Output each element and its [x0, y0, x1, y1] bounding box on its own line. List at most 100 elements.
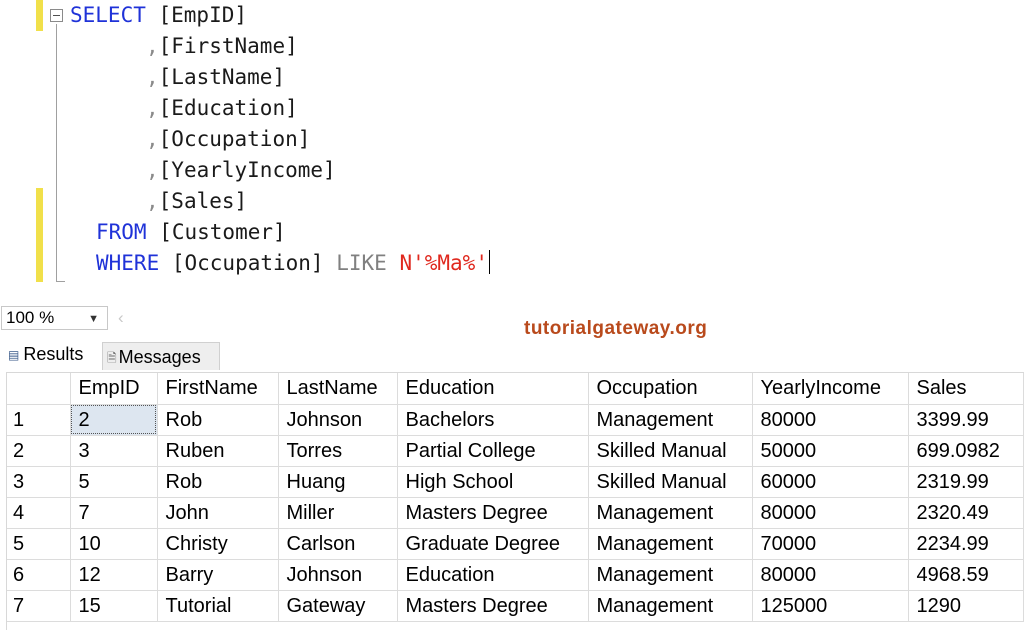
table-cell[interactable]: Rob: [157, 404, 279, 436]
table-cell[interactable]: Johnson: [278, 404, 398, 436]
grid-icon: ▤: [8, 348, 20, 362]
table-cell[interactable]: High School: [397, 466, 589, 498]
tab-results-label: Results: [23, 344, 84, 364]
table-cell[interactable]: 7: [70, 497, 158, 529]
code-token: WHERE: [96, 251, 160, 275]
row-number-cell[interactable]: 6: [7, 559, 71, 591]
table-cell[interactable]: 2: [70, 404, 158, 436]
table-cell[interactable]: Huang: [278, 466, 398, 498]
code-token: ,: [146, 158, 159, 182]
text-cursor: [488, 250, 490, 274]
row-number-cell[interactable]: 1: [7, 404, 71, 436]
table-cell[interactable]: Miller: [278, 497, 398, 529]
table-cell[interactable]: Bachelors: [397, 404, 589, 436]
table-cell[interactable]: 80000: [752, 497, 909, 529]
table-cell[interactable]: 3: [70, 435, 158, 467]
column-header[interactable]: EmpID: [70, 373, 158, 405]
table-cell[interactable]: 60000: [752, 466, 909, 498]
sql-query-editor[interactable]: SELECT [EmpID] ,[FirstName] ,[LastName] ,[E…: [0, 0, 1024, 306]
code-line: ,[Education]: [146, 94, 298, 122]
tab-messages-label: Messages: [118, 347, 201, 367]
table-cell[interactable]: Masters Degree: [397, 590, 589, 622]
code-token: ,: [146, 34, 159, 58]
table-cell[interactable]: 70000: [752, 528, 909, 560]
row-number-cell[interactable]: 5: [7, 528, 71, 560]
scroll-left-icon[interactable]: ‹: [118, 306, 124, 330]
fold-guide-end: [56, 281, 65, 282]
table-cell[interactable]: 125000: [752, 590, 909, 622]
table-cell[interactable]: 80000: [752, 559, 909, 591]
row-number-header[interactable]: [7, 373, 71, 405]
table-cell[interactable]: Management: [588, 528, 753, 560]
code-token: FROM: [96, 220, 147, 244]
table-row[interactable]: 5 10 Christy Carlson Graduate Degree Manageme…: [7, 528, 1024, 560]
tab-messages[interactable]: 🗎 Messages: [102, 342, 220, 370]
row-number-cell[interactable]: 3: [7, 466, 71, 498]
table-row[interactable]: 3 5 Rob Huang High School Skilled Manual 60000…: [7, 466, 1024, 498]
code-token: [Customer]: [146, 220, 286, 244]
table-cell[interactable]: 4968.59: [908, 559, 1024, 591]
table-cell[interactable]: Tutorial: [157, 590, 279, 622]
row-number-cell[interactable]: 4: [7, 497, 71, 529]
table-cell[interactable]: Christy: [157, 528, 279, 560]
table-cell[interactable]: 12: [70, 559, 158, 591]
results-table: EmpID FirstName LastName Education Occupatio…: [7, 373, 1024, 622]
table-cell[interactable]: Education: [397, 559, 589, 591]
tab-results[interactable]: ▤ Results: [2, 340, 102, 370]
code-line: ,[FirstName]: [146, 32, 298, 60]
table-header-row: EmpID FirstName LastName Education Occupatio…: [7, 373, 1024, 405]
chevron-down-icon: ▼: [88, 313, 99, 325]
table-cell[interactable]: Skilled Manual: [588, 466, 753, 498]
column-header[interactable]: Occupation: [588, 373, 753, 405]
column-header[interactable]: FirstName: [157, 373, 279, 405]
table-cell[interactable]: 1290: [908, 590, 1024, 622]
table-cell[interactable]: Management: [588, 404, 753, 436]
code-token: ,: [146, 127, 159, 151]
column-header[interactable]: LastName: [278, 373, 398, 405]
table-row[interactable]: 2 3 Ruben Torres Partial College Skilled Manu…: [7, 435, 1024, 467]
table-cell[interactable]: 15: [70, 590, 158, 622]
code-line: WHERE [Occupation] LIKE N'%Ma%': [96, 249, 490, 277]
site-watermark: tutorialgateway.org: [524, 318, 708, 339]
code-token: ,: [146, 96, 159, 120]
column-header[interactable]: YearlyIncome: [752, 373, 909, 405]
table-cell[interactable]: 2320.49: [908, 497, 1024, 529]
table-cell[interactable]: Ruben: [157, 435, 279, 467]
table-cell[interactable]: Graduate Degree: [397, 528, 589, 560]
table-cell[interactable]: 50000: [752, 435, 909, 467]
table-cell[interactable]: 80000: [752, 404, 909, 436]
table-cell[interactable]: Barry: [157, 559, 279, 591]
code-token: [Education]: [158, 96, 298, 120]
table-cell[interactable]: Torres: [278, 435, 398, 467]
table-cell[interactable]: Carlson: [278, 528, 398, 560]
table-cell[interactable]: 10: [70, 528, 158, 560]
table-row[interactable]: 7 15 Tutorial Gateway Masters Degree Manageme…: [7, 590, 1024, 622]
row-number-cell[interactable]: 7: [7, 590, 71, 622]
table-cell[interactable]: Skilled Manual: [588, 435, 753, 467]
table-cell[interactable]: 699.0982: [908, 435, 1024, 467]
table-cell[interactable]: John: [157, 497, 279, 529]
table-cell[interactable]: 3399.99: [908, 404, 1024, 436]
table-cell[interactable]: Rob: [157, 466, 279, 498]
collapse-region-icon[interactable]: [50, 9, 63, 22]
table-row[interactable]: 6 12 Barry Johnson Education Management 80000 4…: [7, 559, 1024, 591]
table-cell[interactable]: 2319.99: [908, 466, 1024, 498]
table-cell[interactable]: 2234.99: [908, 528, 1024, 560]
code-line: ,[LastName]: [146, 63, 285, 91]
table-cell[interactable]: Management: [588, 590, 753, 622]
table-cell[interactable]: Johnson: [278, 559, 398, 591]
table-cell[interactable]: 5: [70, 466, 158, 498]
table-cell[interactable]: Partial College: [397, 435, 589, 467]
table-cell[interactable]: Management: [588, 559, 753, 591]
column-header[interactable]: Education: [397, 373, 589, 405]
results-grid[interactable]: EmpID FirstName LastName Education Occupatio…: [6, 372, 1024, 630]
row-number-cell[interactable]: 2: [7, 435, 71, 467]
table-cell[interactable]: Masters Degree: [397, 497, 589, 529]
table-cell[interactable]: Gateway: [278, 590, 398, 622]
column-header[interactable]: Sales: [908, 373, 1024, 405]
code-token: N'%Ma%': [399, 251, 488, 275]
table-row[interactable]: 4 7 John Miller Masters Degree Management 8000…: [7, 497, 1024, 529]
table-cell[interactable]: Management: [588, 497, 753, 529]
table-row[interactable]: 1 2 Rob Johnson Bachelors Management 80000 3399…: [7, 404, 1024, 436]
zoom-level-dropdown[interactable]: 100 % ▼: [1, 306, 108, 330]
